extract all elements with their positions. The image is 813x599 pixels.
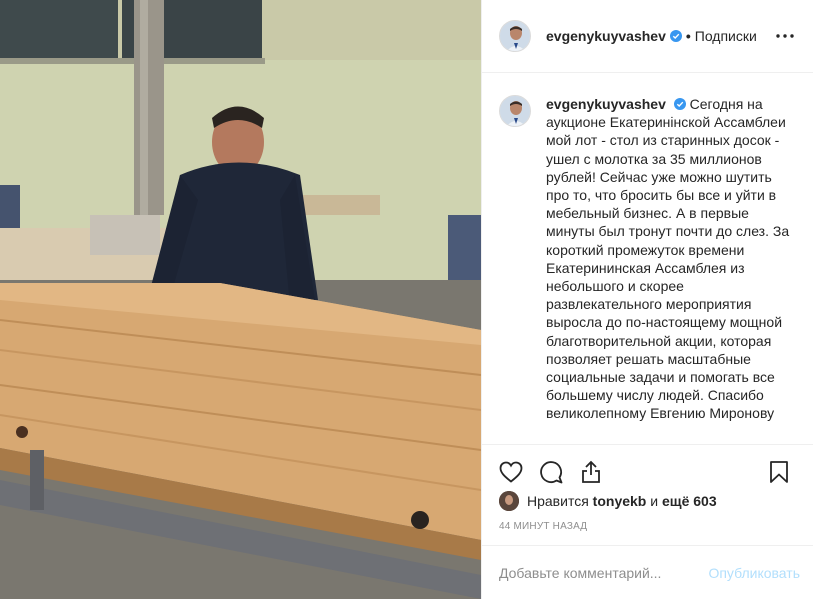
- heart-icon: [499, 461, 523, 483]
- caption: evgenykuyvashev Сегодня на аукционе Екат…: [499, 95, 798, 423]
- separator-dot: •: [685, 28, 691, 44]
- caption-text: evgenykuyvashev Сегодня на аукционе Екат…: [546, 95, 796, 423]
- liker-username[interactable]: tonyekb: [593, 493, 647, 509]
- avatar[interactable]: [499, 20, 531, 52]
- more-options-button[interactable]: [773, 24, 797, 48]
- avatar-image: [500, 96, 530, 126]
- share-icon: [582, 460, 600, 483]
- likes-and: и: [650, 493, 659, 509]
- liker-avatar-image: [499, 491, 519, 511]
- workshop-photo: [0, 0, 481, 599]
- comments-area[interactable]: evgenykuyvashev Сегодня на аукционе Екат…: [482, 73, 813, 443]
- likes-prefix: Нравится: [527, 493, 589, 509]
- caption-username[interactable]: evgenykuyvashev: [546, 96, 666, 112]
- comment-icon: [540, 461, 563, 484]
- likes-line: Нравится tonyekb и ещё 603: [499, 491, 717, 511]
- post-header: evgenykuyvashev • Подписки: [482, 0, 813, 73]
- more-options-icon: [776, 34, 794, 38]
- liker-avatar[interactable]: [499, 491, 519, 511]
- publish-button[interactable]: Опубликовать: [708, 565, 800, 581]
- verified-icon: [669, 30, 682, 42]
- action-bar: [482, 444, 813, 485]
- like-button[interactable]: [498, 459, 524, 485]
- following-button[interactable]: Подписки: [695, 28, 757, 44]
- verified-icon: [673, 98, 686, 110]
- save-button[interactable]: [766, 459, 792, 485]
- post-photo[interactable]: [0, 0, 481, 599]
- caption-body: Сегодня на аукционе Екатеринінской Ассам…: [546, 96, 790, 422]
- likes-count-link[interactable]: ещё 603: [662, 493, 717, 509]
- share-button[interactable]: [578, 459, 604, 485]
- instagram-post: evgenykuyvashev • Подписки evgenykuyvash…: [0, 0, 813, 599]
- username-link[interactable]: evgenykuyvashev: [546, 28, 666, 44]
- bookmark-icon: [770, 461, 788, 483]
- avatar-image: [500, 21, 530, 51]
- comment-input[interactable]: [499, 564, 709, 581]
- caption-avatar[interactable]: [499, 95, 531, 127]
- comment-form: Опубликовать: [482, 545, 813, 599]
- post-timestamp[interactable]: 44 минут назад: [499, 521, 587, 532]
- comment-button[interactable]: [538, 459, 564, 485]
- post-sidebar: evgenykuyvashev • Подписки evgenykuyvash…: [481, 0, 813, 599]
